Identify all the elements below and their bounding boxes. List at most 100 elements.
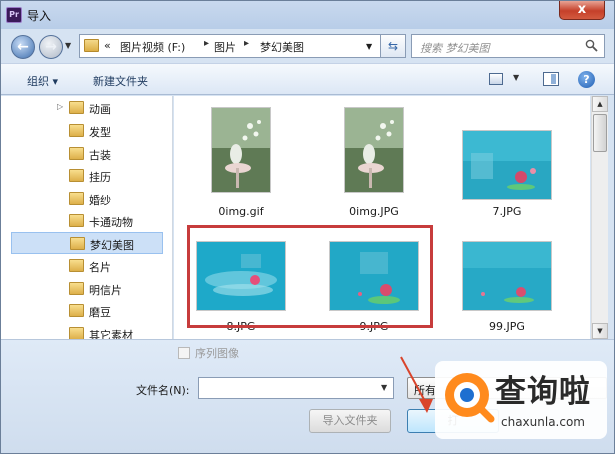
recent-locations-dropdown-icon[interactable]: ▼ — [65, 41, 71, 50]
expand-arrow-icon[interactable]: ▷ — [57, 102, 63, 111]
file-item-8-jpg[interactable]: 8.JPG — [186, 224, 296, 339]
file-name: 7.JPG — [492, 205, 522, 218]
sidebar-item-label: 磨豆 — [89, 306, 111, 319]
forward-button[interactable]: → — [39, 35, 63, 59]
chevron-right-icon[interactable]: ▸ — [244, 38, 249, 49]
teal-calendar-image — [330, 242, 418, 310]
sidebar-item-animation[interactable]: ▷ 动画 — [11, 97, 163, 119]
scrollbar-thumb[interactable] — [593, 114, 607, 152]
window-title: 导入 — [27, 9, 52, 23]
teal-calendar-image — [463, 242, 551, 310]
breadcrumb-current[interactable]: 梦幻美图 — [260, 39, 304, 55]
refresh-button[interactable]: ⇆ — [380, 34, 406, 58]
landscape-thumbnail — [329, 241, 419, 311]
change-view-icon[interactable] — [489, 73, 503, 85]
search-icon — [585, 39, 598, 52]
folder-icon — [69, 304, 84, 317]
navigation-pane: ▷ 动画 发型 古装 挂历 婚纱 卡通动物 梦幻美图 名片 明信片 磨豆 其它素… — [1, 96, 173, 339]
file-name: 99.JPG — [489, 320, 525, 333]
teal-calendar-image — [197, 242, 285, 310]
import-dialog: Pr 导入 x ← → ▼ « 图片视频 (F:) ▸ 图片 ▸ 梦幻美图 ▼ … — [0, 0, 615, 454]
back-arrow-icon: ← — [17, 39, 29, 55]
breadcrumb-drive[interactable]: 图片视频 (F:) — [120, 39, 185, 55]
sidebar-item-label: 明信片 — [89, 284, 122, 297]
folder-icon — [69, 169, 84, 182]
navigation-bar: ← → ▼ « 图片视频 (F:) ▸ 图片 ▸ 梦幻美图 ▼ ⇆ 搜索 梦幻美… — [1, 29, 614, 63]
chevron-right-icon[interactable]: ▸ — [204, 38, 209, 49]
sidebar-item-label: 挂历 — [89, 171, 111, 184]
new-folder-button[interactable]: 新建文件夹 — [93, 73, 148, 89]
sidebar-item-label: 名片 — [89, 261, 111, 274]
folder-icon — [84, 39, 99, 52]
address-bar[interactable]: « 图片视频 (F:) ▸ 图片 ▸ 梦幻美图 ▼ — [79, 34, 405, 58]
teal-calendar-image — [463, 131, 551, 199]
filename-label: 文件名(N): — [136, 384, 190, 397]
file-name: 0img.JPG — [349, 205, 399, 218]
forward-arrow-icon: → — [45, 39, 57, 55]
back-button[interactable]: ← — [11, 35, 35, 59]
import-folder-button[interactable]: 导入文件夹 — [309, 409, 391, 433]
folder-icon — [69, 192, 84, 205]
address-history-dropdown-icon[interactable]: ▼ — [366, 42, 372, 51]
organize-menu[interactable]: 组织 ▾ — [27, 73, 58, 89]
portrait-thumbnail — [344, 107, 404, 193]
refresh-icon: ⇆ — [387, 39, 399, 53]
close-button[interactable]: x — [559, 1, 605, 20]
search-input[interactable]: 搜索 梦幻美图 — [411, 34, 605, 58]
sidebar-item-wedding[interactable]: 婚纱 — [11, 188, 163, 210]
sidebar-item-label: 卡通动物 — [89, 216, 133, 229]
landscape-thumbnail — [462, 241, 552, 311]
preview-pane-icon[interactable] — [543, 72, 559, 86]
folder-icon — [69, 327, 84, 339]
watermark-title: 查询啦 — [495, 374, 591, 410]
folder-icon — [69, 101, 84, 114]
view-options-dropdown-icon[interactable]: ▼ — [513, 73, 519, 82]
sidebar-item-modou[interactable]: 磨豆 — [11, 300, 163, 322]
file-type-value: 所有 — [414, 384, 436, 397]
image-sequence-label: 序列图像 — [195, 347, 239, 360]
sidebar-item-postcards[interactable]: 明信片 — [11, 278, 163, 300]
sidebar-item-hairstyle[interactable]: 发型 — [11, 120, 163, 142]
sidebar-item-label: 古装 — [89, 149, 111, 162]
folder-icon — [69, 147, 84, 160]
fairy-image — [212, 108, 270, 192]
sidebar-item-calendar[interactable]: 挂历 — [11, 165, 163, 187]
vertical-scrollbar[interactable]: ▲ ▼ — [591, 96, 608, 339]
file-item-9-jpg[interactable]: 9.JPG — [319, 224, 429, 339]
landscape-thumbnail — [462, 130, 552, 200]
help-icon[interactable]: ? — [578, 71, 595, 88]
chaxunla-logo-icon — [445, 373, 495, 423]
file-item-0img-gif[interactable]: 0img.gif — [186, 101, 296, 223]
portrait-thumbnail — [211, 107, 271, 193]
sidebar-item-label: 梦幻美图 — [90, 239, 134, 252]
sidebar-item-costume[interactable]: 古装 — [11, 143, 163, 165]
file-list: 0img.gif 0img.JPG 7.JPG 8.JPG 9.JPG 99.J… — [174, 96, 590, 339]
sidebar-item-label: 其它素材 — [89, 329, 133, 339]
sidebar-item-label: 动画 — [89, 103, 111, 116]
folder-icon — [69, 259, 84, 272]
file-item-99-jpg[interactable]: 99.JPG — [452, 224, 562, 339]
sidebar-item-cartoon-animals[interactable]: 卡通动物 — [11, 210, 163, 232]
file-item-0img-jpg[interactable]: 0img.JPG — [319, 101, 429, 223]
file-item-7-jpg[interactable]: 7.JPG — [452, 101, 562, 223]
filename-dropdown-icon[interactable]: ▼ — [381, 383, 387, 392]
premiere-app-icon: Pr — [6, 7, 22, 23]
folder-icon — [70, 237, 85, 250]
breadcrumb-pictures[interactable]: 图片 — [214, 39, 236, 55]
title-bar: Pr 导入 x — [1, 1, 614, 29]
image-sequence-checkbox[interactable] — [178, 347, 190, 359]
fairy-image — [345, 108, 403, 192]
watermark-url: chaxunla.com — [501, 415, 585, 429]
chaxunla-watermark: 查询啦 chaxunla.com — [435, 361, 607, 439]
filename-input[interactable] — [198, 377, 394, 399]
sidebar-item-label: 发型 — [89, 126, 111, 139]
file-name: 8.JPG — [226, 320, 256, 333]
sidebar-item-dream-pictures[interactable]: 梦幻美图 — [11, 232, 163, 254]
sidebar-item-business-cards[interactable]: 名片 — [11, 255, 163, 277]
sidebar-item-other-materials[interactable]: 其它素材 — [11, 323, 163, 339]
scroll-up-icon[interactable]: ▲ — [592, 96, 608, 112]
breadcrumb-prefix[interactable]: « — [104, 39, 111, 52]
scroll-down-icon[interactable]: ▼ — [592, 323, 608, 339]
landscape-thumbnail — [196, 241, 286, 311]
sidebar-item-label: 婚纱 — [89, 194, 111, 207]
